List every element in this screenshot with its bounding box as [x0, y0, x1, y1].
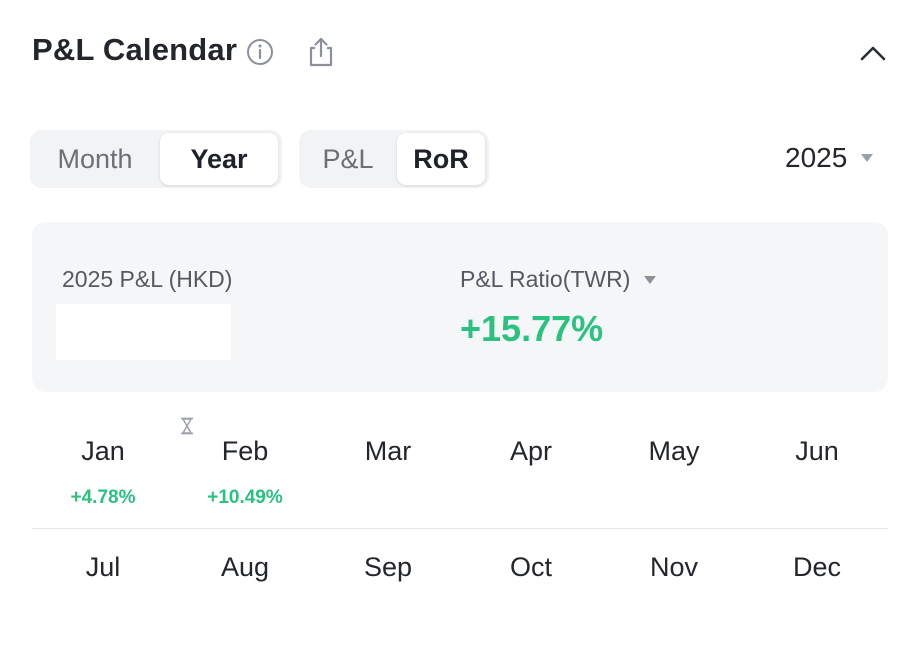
- ratio-label[interactable]: P&L Ratio(TWR): [460, 266, 657, 293]
- page-title: P&L Calendar: [32, 32, 238, 67]
- info-icon[interactable]: [244, 36, 276, 68]
- dropdown-arrow-icon: [644, 275, 657, 284]
- month-tab[interactable]: Month: [33, 133, 157, 185]
- metric-toggle: P&L RoR: [299, 130, 489, 188]
- pl-label: 2025 P&L (HKD): [62, 266, 233, 292]
- ratio-value: +15.77%: [460, 308, 604, 349]
- year-select[interactable]: 2025: [785, 142, 874, 174]
- month-value-feb: +10.49%: [207, 487, 283, 508]
- chevron-up-icon[interactable]: [856, 38, 890, 68]
- ror-tab[interactable]: RoR: [397, 133, 485, 185]
- month-cell-nov[interactable]: Nov: [603, 552, 745, 583]
- month-cell-mar[interactable]: Mar: [317, 436, 459, 467]
- pl-value-masked: [56, 304, 231, 360]
- year-tab[interactable]: Year: [160, 133, 278, 185]
- summary-panel: 2025 P&L (HKD) P&L Ratio(TWR) +15.77%: [32, 222, 888, 392]
- month-cell-oct[interactable]: Oct: [460, 552, 602, 583]
- month-cell-feb[interactable]: Feb: [174, 436, 316, 467]
- year-value: 2025: [785, 142, 848, 173]
- divider: [32, 528, 888, 529]
- ratio-label-text: P&L Ratio(TWR): [460, 266, 631, 292]
- period-toggle: Month Year: [30, 130, 282, 188]
- month-cell-aug[interactable]: Aug: [174, 552, 316, 583]
- month-cell-sep[interactable]: Sep: [317, 552, 459, 583]
- hourglass-icon: [181, 417, 193, 435]
- month-cell-apr[interactable]: Apr: [460, 436, 602, 467]
- month-cell-jan[interactable]: Jan: [32, 436, 174, 467]
- month-cell-dec[interactable]: Dec: [746, 552, 888, 583]
- share-icon[interactable]: [304, 34, 338, 70]
- month-cell-jul[interactable]: Jul: [32, 552, 174, 583]
- dropdown-arrow-icon: [861, 154, 874, 162]
- month-cell-may[interactable]: May: [603, 436, 745, 467]
- month-value-jan: +4.78%: [70, 487, 136, 508]
- month-cell-jun[interactable]: Jun: [746, 436, 888, 467]
- pl-tab[interactable]: P&L: [302, 133, 394, 185]
